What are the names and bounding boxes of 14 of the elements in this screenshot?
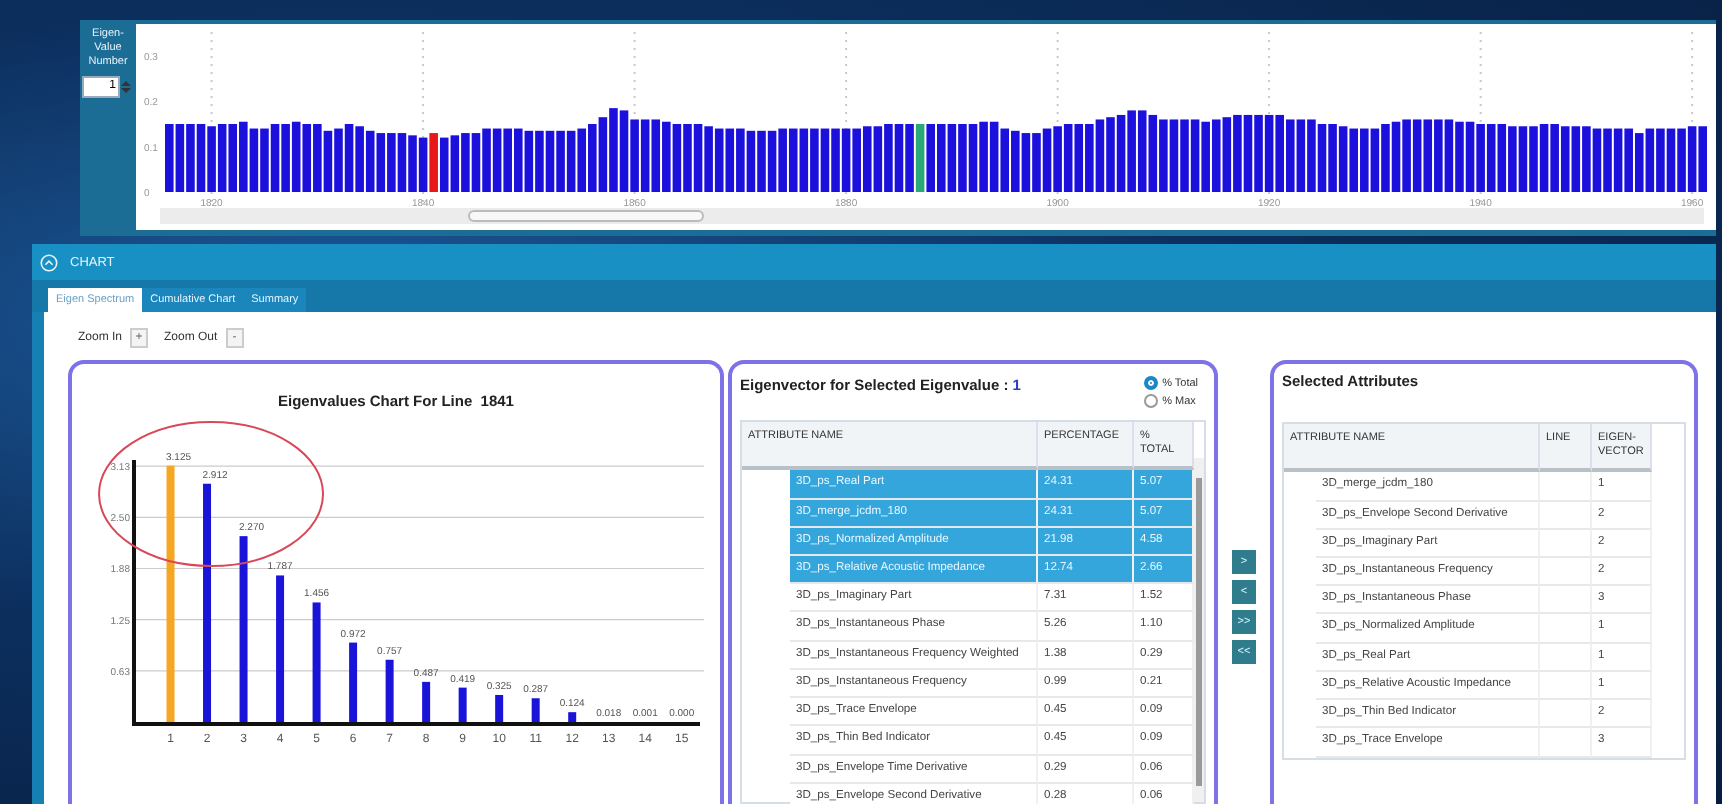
bar <box>495 695 504 722</box>
bar <box>568 712 577 722</box>
bar <box>458 687 467 722</box>
scroll-bar[interactable] <box>1194 458 1204 802</box>
bar <box>312 602 321 722</box>
scroll-thumb[interactable] <box>468 210 705 222</box>
bar <box>385 659 394 722</box>
scroll-bar[interactable] <box>160 208 1704 224</box>
bar <box>422 681 431 722</box>
collapse-icon[interactable] <box>40 253 58 271</box>
bar <box>531 698 540 722</box>
bar <box>349 642 358 722</box>
scroll-thumb[interactable] <box>1196 478 1202 786</box>
spin-arrows-icon[interactable] <box>120 79 132 94</box>
